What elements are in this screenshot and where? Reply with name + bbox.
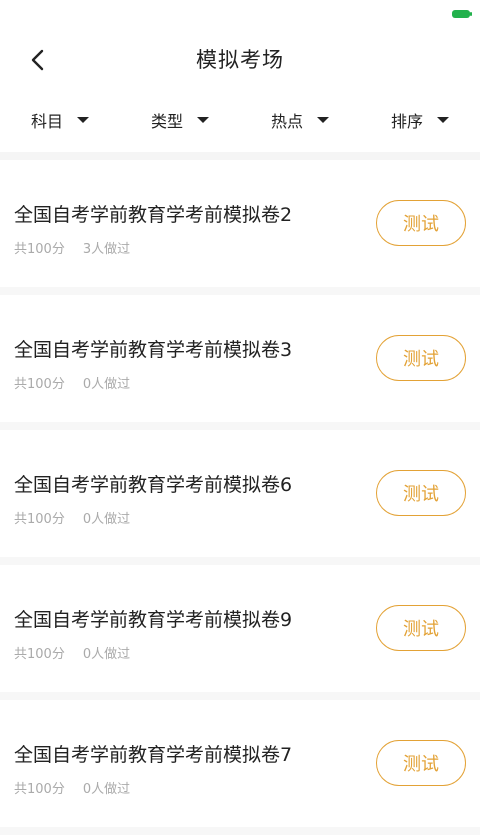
filter-bar: 科目 类型 热点 排序: [0, 100, 480, 140]
page-title: 模拟考场: [196, 48, 284, 72]
exam-meta: 共100分 0人做过: [14, 373, 130, 392]
caret-down-icon: [437, 117, 449, 123]
list-item[interactable]: 全国自考学前教育学考前模拟卷3 共100分 0人做过 测试: [0, 295, 480, 430]
battery-icon: [452, 10, 472, 18]
exam-score: 共100分: [14, 647, 65, 662]
test-button[interactable]: 测试: [376, 335, 466, 381]
filter-hot[interactable]: 热点: [240, 100, 360, 140]
list-item[interactable]: 全国自考学前教育学考前模拟卷6 共100分 0人做过 测试: [0, 430, 480, 565]
exam-score: 共100分: [14, 782, 65, 797]
exam-score: 共100分: [14, 512, 65, 527]
exam-meta: 共100分 0人做过: [14, 778, 130, 797]
exam-takers: 3人做过: [82, 242, 131, 257]
list-item[interactable]: 全国自考学前教育学考前模拟卷9 共100分 0人做过 测试: [0, 565, 480, 700]
exam-title: 全国自考学前教育学考前模拟卷9: [14, 609, 293, 631]
caret-down-icon: [77, 117, 89, 123]
test-button[interactable]: 测试: [376, 470, 466, 516]
exam-takers: 0人做过: [82, 512, 131, 527]
exam-title: 全国自考学前教育学考前模拟卷3: [14, 339, 293, 361]
exam-takers: 0人做过: [82, 377, 131, 392]
section-divider: [0, 152, 480, 160]
filter-sort[interactable]: 排序: [360, 100, 480, 140]
filter-label: 科目: [30, 112, 63, 131]
filter-label: 排序: [390, 112, 423, 131]
exam-score: 共100分: [14, 242, 65, 257]
exam-meta: 共100分 0人做过: [14, 643, 130, 662]
status-bar: [0, 0, 480, 30]
exam-meta: 共100分 3人做过: [14, 238, 130, 257]
filter-label: 类型: [150, 112, 183, 131]
test-button[interactable]: 测试: [376, 200, 466, 246]
list-item[interactable]: 全国自考学前教育学考前模拟卷7 共100分 0人做过 测试: [0, 700, 480, 835]
exam-title: 全国自考学前教育学考前模拟卷7: [14, 744, 293, 766]
exam-list: 全国自考学前教育学考前模拟卷2 共100分 3人做过 测试 全国自考学前教育学考前…: [0, 160, 480, 835]
filter-type[interactable]: 类型: [120, 100, 240, 140]
caret-down-icon: [197, 117, 209, 123]
filter-subject[interactable]: 科目: [0, 100, 120, 140]
exam-score: 共100分: [14, 377, 65, 392]
header: 模拟考场: [0, 30, 480, 90]
list-item[interactable]: 全国自考学前教育学考前模拟卷2 共100分 3人做过 测试: [0, 160, 480, 295]
filter-label: 热点: [270, 112, 303, 131]
exam-title: 全国自考学前教育学考前模拟卷6: [14, 474, 293, 496]
exam-takers: 0人做过: [82, 647, 131, 662]
exam-title: 全国自考学前教育学考前模拟卷2: [14, 204, 293, 226]
caret-down-icon: [317, 117, 329, 123]
exam-takers: 0人做过: [82, 782, 131, 797]
exam-meta: 共100分 0人做过: [14, 508, 130, 527]
test-button[interactable]: 测试: [376, 740, 466, 786]
test-button[interactable]: 测试: [376, 605, 466, 651]
